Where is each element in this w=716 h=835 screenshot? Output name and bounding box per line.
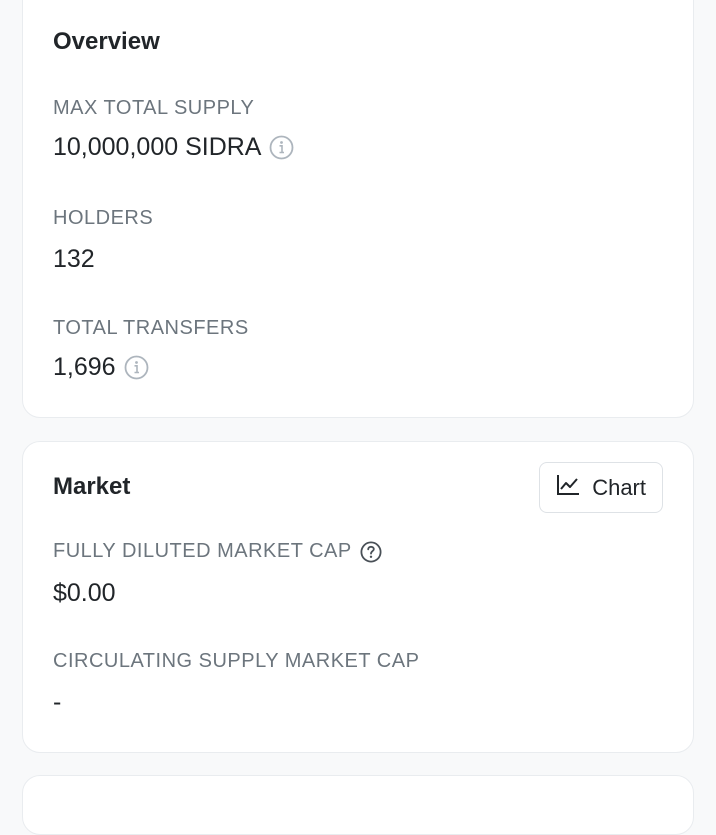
info-icon[interactable] <box>269 135 294 160</box>
csmc-value: - <box>53 688 62 716</box>
info-icon[interactable] <box>124 355 149 380</box>
holders-value: 132 <box>53 245 95 273</box>
fdmc-value: $0.00 <box>53 579 116 607</box>
transfers-value: 1,696 <box>53 353 116 381</box>
help-icon[interactable] <box>360 540 382 563</box>
fdmc-label: FULLY DILUTED MARKET CAP <box>53 540 352 562</box>
chart-button[interactable]: Chart <box>539 462 663 513</box>
chart-button-label: Chart <box>592 474 646 500</box>
overview-title: Overview <box>53 28 160 55</box>
transfers-row: 1,696 <box>53 353 149 382</box>
holders-label: HOLDERS <box>53 207 154 229</box>
overview-card: Overview MAX TOTAL SUPPLY 10,000,000 SID… <box>22 0 694 418</box>
market-title: Market <box>53 473 131 500</box>
csmc-label: CIRCULATING SUPPLY MARKET CAP <box>53 650 420 672</box>
market-card: Market Chart FULLY DILUTED MARKET CAP $0… <box>22 441 694 753</box>
transfers-label: TOTAL TRANSFERS <box>53 317 249 339</box>
max-supply-row: 10,000,000 SIDRA <box>53 133 294 162</box>
line-chart-icon <box>556 474 580 502</box>
max-supply-value: 10,000,000 SIDRA <box>53 133 262 161</box>
max-supply-label: MAX TOTAL SUPPLY <box>53 97 255 119</box>
fdmc-label-row: FULLY DILUTED MARKET CAP <box>53 540 382 563</box>
next-card <box>22 775 694 835</box>
